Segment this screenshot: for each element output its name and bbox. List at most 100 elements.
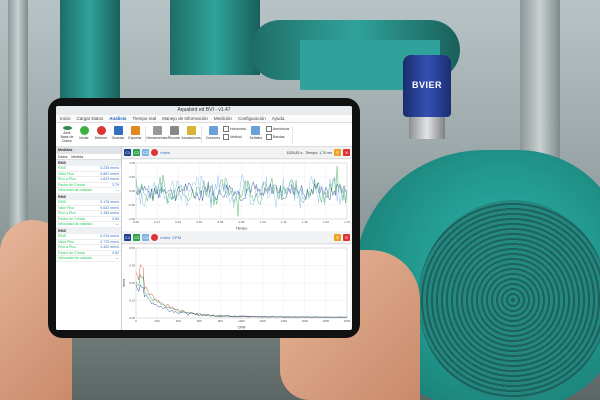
measurement-key: Factor de Cresta bbox=[58, 182, 85, 187]
stop-button[interactable]: Detener bbox=[94, 126, 108, 143]
x-tick-label: 400 bbox=[176, 319, 181, 323]
tab-inicio[interactable]: Inicio bbox=[60, 115, 71, 122]
stop-icon bbox=[96, 126, 106, 135]
y-axis-label: mm/s bbox=[122, 278, 126, 287]
measurement-value: 1.183 mm/s bbox=[100, 211, 119, 216]
measurement-key: Valor Pico bbox=[58, 239, 75, 244]
y-tick-label: 0.38 bbox=[129, 264, 135, 268]
y-tick-label: 0.00 bbox=[129, 189, 135, 193]
y-tick-label: 0.50 bbox=[129, 175, 135, 179]
search-icon[interactable]: ⚲ bbox=[334, 234, 341, 241]
measurement-value: 0.891 mm/s bbox=[100, 171, 119, 176]
x-tick-label: 1000 bbox=[238, 319, 245, 323]
axis-unit-selector[interactable]: CPM bbox=[172, 235, 181, 240]
channel-c3-chip[interactable]: C3 bbox=[142, 234, 150, 241]
unit-selector[interactable]: mm/s bbox=[160, 150, 170, 155]
measurement-value: — bbox=[115, 188, 119, 193]
measurement-key: RMS bbox=[58, 233, 66, 238]
tab-cargar-datos[interactable]: Cargar Datos bbox=[77, 115, 104, 122]
tab-configuracion[interactable]: Configuración bbox=[238, 115, 266, 122]
unit-selector[interactable]: mm/s bbox=[160, 235, 170, 240]
start-button[interactable]: Iniciar bbox=[77, 126, 91, 143]
y-tick-label: 1.00 bbox=[129, 161, 135, 165]
x-tick-label: 1.02 bbox=[260, 220, 266, 224]
chart1-toolbar: C1 C2 C3 mm/s 1528,82 s - Tiempo: 1,70 m… bbox=[122, 147, 352, 159]
bands-checkbox[interactable]: Bandas bbox=[266, 134, 290, 140]
motor-fan-grill bbox=[418, 200, 600, 400]
crop-dropdown[interactable]: Recorte bbox=[167, 126, 181, 143]
y-tick-label: 0.50 bbox=[129, 246, 135, 250]
measurement-key: Velocidad de rotación bbox=[58, 256, 93, 261]
tab-medicion[interactable]: Medición bbox=[214, 115, 232, 122]
measurement-key: Pico a Pico bbox=[58, 211, 76, 216]
measurement-key: RMS bbox=[58, 199, 66, 204]
save-button[interactable]: Guardar bbox=[111, 126, 125, 143]
tab-ayuda[interactable]: Ayuda bbox=[272, 115, 285, 122]
tablet: Aquabird ed BVI - v1.47 Inicio Cargar Da… bbox=[48, 98, 360, 338]
y-tick-label: 0.13 bbox=[129, 299, 135, 303]
x-tick-label: 1.70 bbox=[344, 220, 350, 224]
close-icon[interactable]: ✕ bbox=[343, 234, 350, 241]
time-readout: 1528,82 s - Tiempo: 1,70 ms bbox=[286, 150, 332, 155]
search-icon[interactable]: ⚲ bbox=[334, 149, 341, 156]
vertical-checkbox[interactable]: Vertical bbox=[223, 134, 246, 140]
channel-c2-chip[interactable]: C2 bbox=[133, 149, 141, 156]
measurement-value: 3.62 bbox=[112, 250, 119, 255]
channel-c3-chip[interactable]: C3 bbox=[142, 149, 150, 156]
x-tick-label: 0.85 bbox=[239, 220, 245, 224]
measurement-key: RMS bbox=[58, 166, 66, 170]
x-tick-label: 1.36 bbox=[302, 220, 308, 224]
signals-dropdown[interactable]: Señales bbox=[249, 126, 263, 143]
y-tick-label: -0.50 bbox=[128, 203, 135, 207]
tab-manejo[interactable]: Manejo de Información bbox=[162, 115, 208, 122]
export-icon bbox=[130, 126, 140, 135]
play-icon bbox=[79, 126, 89, 135]
measurement-groups: RMS RMS 0.235 mm/s Valor Pico 0.891 mm/s Pico… bbox=[56, 160, 121, 262]
tools-dropdown[interactable]: Herramientas bbox=[147, 126, 168, 143]
measurement-value: 0.176 mm/s bbox=[100, 199, 119, 204]
measurement-value: 0.235 mm/s bbox=[100, 166, 119, 170]
channel-c1-chip[interactable]: C1 bbox=[124, 234, 132, 241]
measurement-key: Valor Pico bbox=[58, 171, 75, 176]
export-button[interactable]: Exportar bbox=[128, 126, 142, 143]
x-tick-label: 0 bbox=[135, 319, 137, 323]
y-tick-label: 0.25 bbox=[129, 281, 135, 285]
record-icon[interactable] bbox=[151, 234, 159, 241]
horizontal-checkbox[interactable]: Horizontal bbox=[223, 126, 246, 132]
spectrum-chart: 0 200 400 600 800 1000 1200 1400 1600 1800 2000 0.5… bbox=[122, 245, 350, 330]
database-icon bbox=[62, 126, 72, 130]
harmonics-checkbox[interactable]: Armónicos bbox=[266, 126, 290, 132]
close-icon[interactable]: ✕ bbox=[343, 149, 350, 156]
measurement-value: 1.622 mm/s bbox=[100, 177, 119, 182]
x-tick-label: 800 bbox=[218, 319, 223, 323]
channel-c2-chip[interactable]: C2 bbox=[133, 234, 141, 241]
cursors-dropdown[interactable]: Cursores bbox=[206, 126, 220, 143]
x-tick-label: 1200 bbox=[259, 319, 266, 323]
x-tick-label: 0.17 bbox=[154, 220, 160, 224]
measurement-value: 0.775 mm/s bbox=[100, 239, 119, 244]
x-axis-label: CPM bbox=[238, 326, 246, 330]
record-icon[interactable] bbox=[151, 149, 159, 156]
ribbon-toolbar: Abrir Base de Datos Iniciar Detener Guar… bbox=[56, 123, 352, 147]
annotations-dropdown[interactable]: Anotaciones bbox=[181, 126, 201, 143]
open-database-button[interactable]: Abrir Base de Datos bbox=[60, 126, 74, 143]
signal-icon bbox=[251, 126, 261, 135]
measurement-value: 0.214 mm/s bbox=[100, 233, 119, 238]
measurement-value: 3.79 bbox=[112, 182, 119, 187]
charts-area: C1 C2 C3 mm/s 1528,82 s - Tiempo: 1,70 m… bbox=[122, 147, 352, 330]
measurement-key: Valor Pico bbox=[58, 205, 75, 210]
subtab-medida[interactable]: Medida bbox=[71, 154, 83, 159]
tab-analisis[interactable]: Análisis bbox=[109, 115, 126, 122]
measurement-key: Factor de Cresta bbox=[58, 250, 85, 255]
subtab-datos[interactable]: Datos bbox=[58, 154, 67, 159]
x-tick-label: 1600 bbox=[301, 319, 308, 323]
measurement-value: 1.402 mm/s bbox=[100, 245, 119, 250]
sensor-logo: BVIER bbox=[403, 55, 451, 117]
x-tick-label: 1.53 bbox=[323, 220, 329, 224]
crop-icon bbox=[169, 126, 179, 135]
time-waveform-chart: 0.00 0.17 0.34 0.51 0.68 0.85 1.02 1.19 1.36 1.53… bbox=[122, 160, 350, 231]
chart2-toolbar: C1 C2 C3 mm/s CPM ⚲ ✕ bbox=[122, 232, 352, 244]
measurement-key: Velocidad de rotación bbox=[58, 188, 93, 193]
channel-c1-chip[interactable]: C1 bbox=[124, 149, 132, 156]
tab-tiempo-real[interactable]: Tiempo real bbox=[133, 115, 157, 122]
